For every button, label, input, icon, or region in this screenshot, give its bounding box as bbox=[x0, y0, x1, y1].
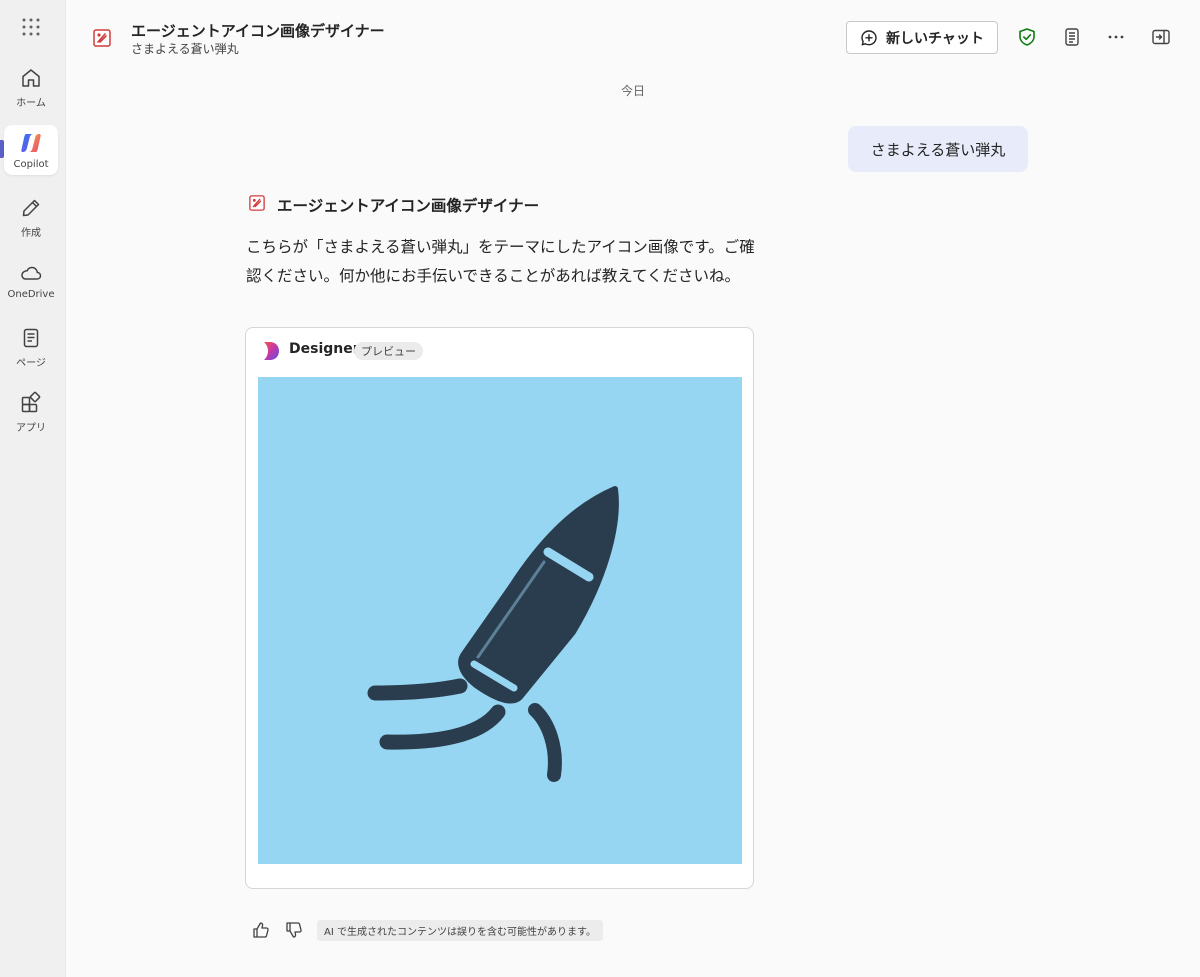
rail-item-label: Copilot bbox=[13, 159, 49, 170]
notes-icon[interactable] bbox=[1061, 26, 1083, 48]
rail-item-label: 作成 bbox=[21, 228, 41, 239]
rail-item-label: ホーム bbox=[16, 98, 46, 109]
rail-item-label: アプリ bbox=[16, 423, 46, 434]
ai-disclaimer: AI で生成されたコンテンツは誤りを含む可能性があります。 bbox=[317, 920, 603, 941]
rail-item-create[interactable]: 作成 bbox=[4, 190, 58, 240]
new-chat-button[interactable]: 新しいチャット bbox=[846, 21, 998, 54]
agent-name: エージェントアイコン画像デザイナー bbox=[277, 197, 540, 215]
new-chat-label: 新しいチャット bbox=[886, 30, 984, 47]
agent-avatar-icon bbox=[249, 195, 265, 211]
thumbs-down-icon[interactable] bbox=[284, 920, 304, 940]
collapse-panel-icon[interactable] bbox=[1150, 26, 1172, 48]
user-message: さまよえる蒼い弾丸 bbox=[848, 126, 1028, 172]
designer-logo-icon bbox=[262, 341, 280, 361]
rail-item-copilot[interactable]: Copilot bbox=[4, 125, 58, 175]
cloud-icon bbox=[21, 266, 42, 280]
pen-icon bbox=[22, 199, 40, 217]
more-options-icon[interactable] bbox=[1105, 26, 1127, 48]
rail-item-apps[interactable]: アプリ bbox=[4, 385, 58, 435]
add-chat-icon bbox=[861, 29, 877, 46]
generated-image[interactable] bbox=[258, 377, 742, 864]
copilot-icon bbox=[21, 134, 41, 152]
left-rail: ホーム Copilot 作成 OneDrive ページ アプリ bbox=[0, 0, 66, 977]
chat-subtitle: さまよえる蒼い弾丸 bbox=[131, 42, 239, 56]
designer-app-name: Designer bbox=[289, 341, 360, 357]
app-launcher-icon[interactable] bbox=[21, 17, 41, 37]
rail-item-label: OneDrive bbox=[7, 289, 55, 300]
chat-title: エージェントアイコン画像デザイナー bbox=[131, 22, 385, 40]
apps-icon bbox=[21, 391, 41, 413]
agent-message: こちらが「さまよえる蒼い弾丸」をテーマにしたアイコン画像です。ご確認ください。何… bbox=[246, 238, 755, 285]
date-separator: 今日 bbox=[620, 84, 645, 98]
agent-logo-icon bbox=[93, 29, 111, 47]
thumbs-up-icon[interactable] bbox=[251, 920, 271, 940]
rail-item-onedrive[interactable]: OneDrive bbox=[4, 255, 58, 305]
protected-shield-icon[interactable] bbox=[1016, 26, 1038, 48]
rail-item-label: ページ bbox=[16, 358, 46, 369]
rail-item-pages[interactable]: ページ bbox=[4, 320, 58, 370]
page-icon bbox=[23, 328, 39, 348]
designer-card: Designer プレビュー bbox=[245, 327, 754, 889]
home-icon bbox=[22, 69, 40, 87]
rail-item-home[interactable]: ホーム bbox=[4, 60, 58, 110]
preview-badge: プレビュー bbox=[354, 342, 423, 360]
